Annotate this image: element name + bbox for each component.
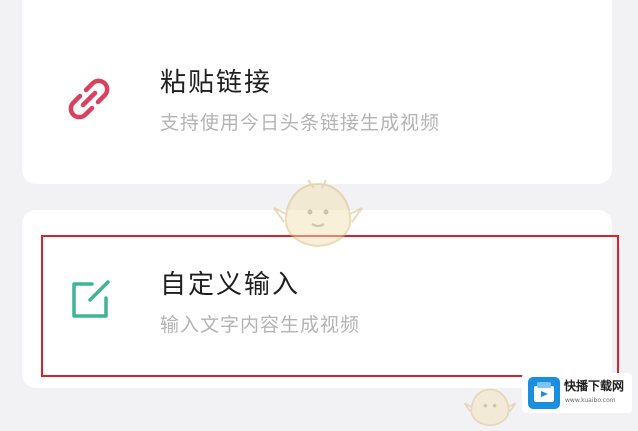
custom-input-description: 输入文字内容生成视频 bbox=[160, 314, 361, 336]
highlight-frame bbox=[41, 235, 619, 377]
mascot-watermark-icon bbox=[273, 179, 363, 248]
watermark-title: 快播下载网 bbox=[564, 379, 625, 393]
watermark-url: www.kuaibo.com bbox=[565, 397, 616, 404]
paste-link-title: 粘贴链接 bbox=[160, 68, 273, 98]
custom-input-title: 自定义输入 bbox=[160, 270, 301, 300]
mascot-small-watermark-icon bbox=[463, 388, 517, 427]
link-icon bbox=[68, 78, 110, 120]
paste-link-description: 支持使用今日头条链接生成视频 bbox=[160, 112, 441, 134]
site-watermark: 快播下载网 www.kuaibo.com bbox=[522, 373, 632, 413]
watermark-logo-icon bbox=[528, 377, 560, 409]
edit-icon bbox=[72, 280, 110, 318]
